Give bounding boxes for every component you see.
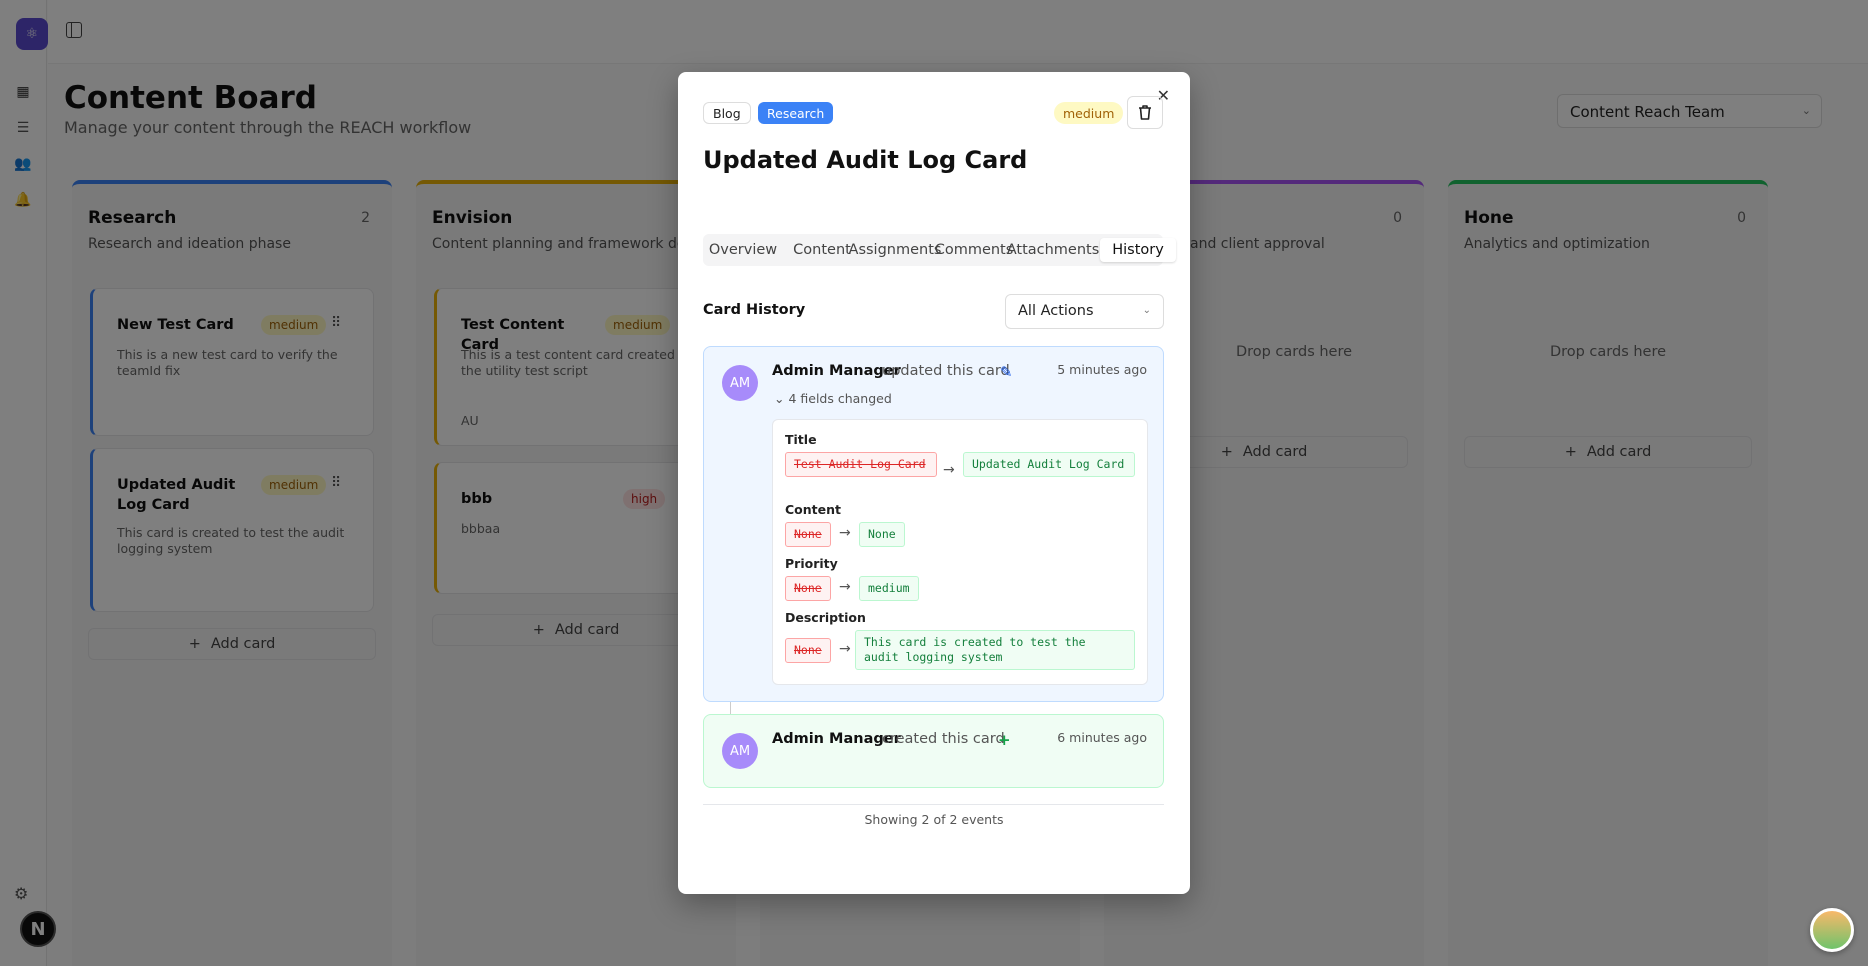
history-event-update: AM Admin Manager updated this card ✎ 5 m… xyxy=(703,346,1164,702)
assistant-float-button[interactable] xyxy=(1810,908,1854,952)
change-field-label: Priority xyxy=(785,556,838,571)
arrow-right-icon: → xyxy=(839,579,851,595)
trash-icon xyxy=(1139,105,1151,120)
chevron-down-icon: ⌄ xyxy=(774,391,789,406)
history-event-create: AM Admin Manager created this card + 6 m… xyxy=(703,714,1164,788)
events-count: Showing 2 of 2 events xyxy=(864,812,1004,827)
arrow-right-icon: → xyxy=(839,641,851,657)
tag-research: Research xyxy=(758,102,834,124)
arrow-right-icon: → xyxy=(943,462,955,478)
tag-blog: Blog xyxy=(703,102,751,124)
new-value: Updated Audit Log Card xyxy=(963,452,1135,477)
old-value: None xyxy=(785,576,831,601)
arrow-right-icon: → xyxy=(839,525,851,541)
change-field-label: Title xyxy=(785,432,817,447)
delete-button[interactable] xyxy=(1127,96,1163,129)
priority-badge: medium xyxy=(1054,102,1124,124)
modal-title: Updated Audit Log Card xyxy=(703,146,1028,174)
event-time: 5 minutes ago xyxy=(1057,362,1147,377)
card-detail-modal: ✕ Blog Research medium Updated Audit Log… xyxy=(678,72,1190,894)
event-verb: created this card xyxy=(882,731,1005,747)
tab-overview[interactable]: Overview xyxy=(703,238,783,262)
changes-panel: Title Test Audit Log Card → Updated Audi… xyxy=(772,419,1148,685)
tab-attachments[interactable]: Attachments xyxy=(1007,238,1100,262)
divider xyxy=(703,804,1164,805)
change-field-label: Description xyxy=(785,610,866,625)
plus-icon: + xyxy=(998,731,1011,749)
tab-bar: Overview Content Assignments Comments At… xyxy=(703,234,1176,266)
avatar: AM xyxy=(722,365,758,401)
tab-comments[interactable]: Comments xyxy=(935,238,1014,262)
old-value: None xyxy=(785,638,831,663)
card-history-label: Card History xyxy=(703,302,806,318)
edit-icon: ✎ xyxy=(1000,363,1013,381)
tab-assignments[interactable]: Assignments xyxy=(849,238,942,262)
new-value: medium xyxy=(859,576,919,601)
old-value: Test Audit Log Card xyxy=(785,452,937,477)
avatar: AM xyxy=(722,733,758,769)
fields-changed-toggle[interactable]: ⌄ 4 fields changed xyxy=(774,391,892,406)
fields-changed-label: 4 fields changed xyxy=(788,391,892,406)
actions-filter-select[interactable]: All Actions ⌄ xyxy=(1005,294,1164,329)
event-time: 6 minutes ago xyxy=(1057,730,1147,745)
tab-content[interactable]: Content xyxy=(791,238,853,262)
tab-history[interactable]: History xyxy=(1100,238,1176,262)
event-verb: updated this card xyxy=(882,363,1010,379)
chevron-down-icon: ⌄ xyxy=(1142,305,1151,316)
new-value: None xyxy=(859,522,905,547)
new-value: This card is created to test the audit l… xyxy=(855,630,1135,670)
change-field-label: Content xyxy=(785,502,841,517)
actions-filter-value: All Actions xyxy=(1018,303,1094,319)
old-value: None xyxy=(785,522,831,547)
